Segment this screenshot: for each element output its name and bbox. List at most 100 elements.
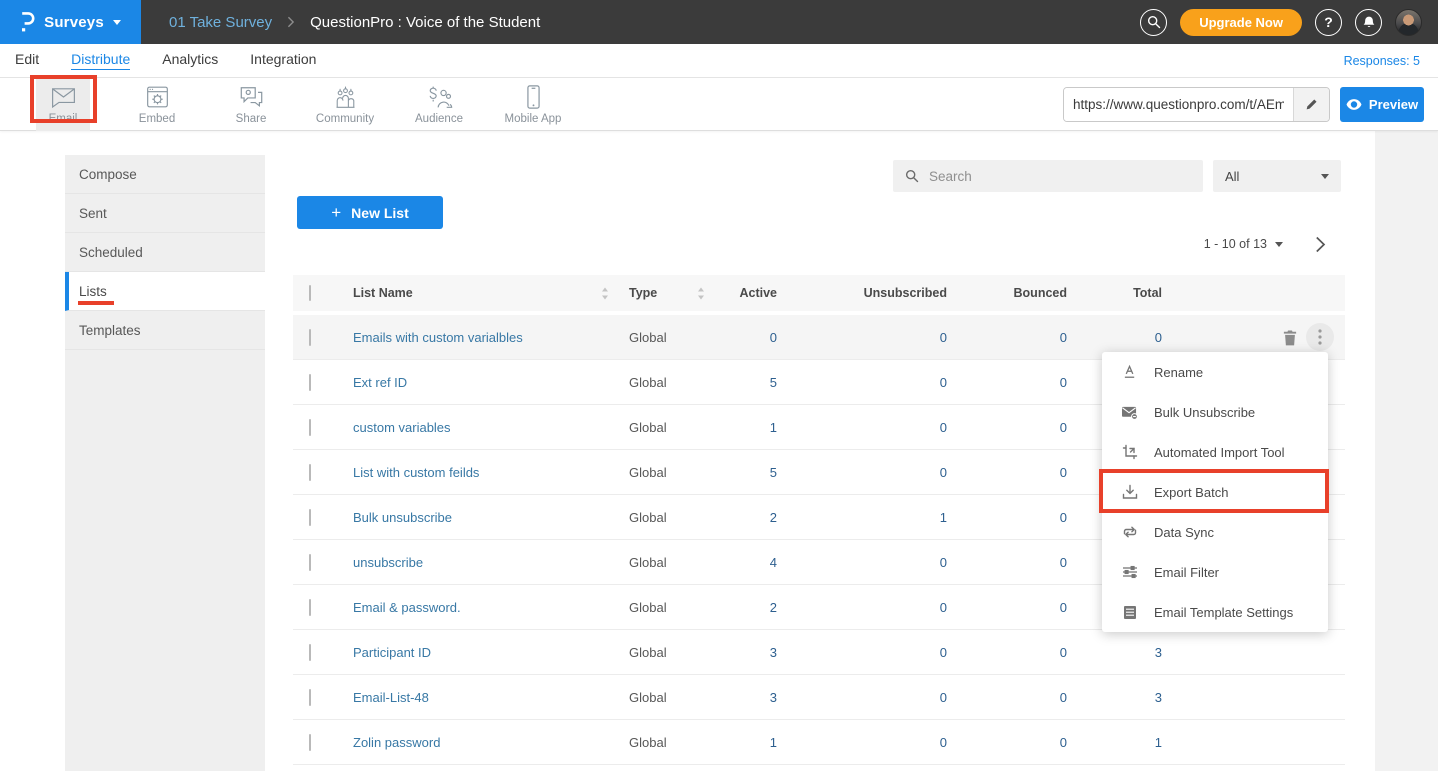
row-checkbox[interactable] xyxy=(309,329,311,346)
toolbar-item-email[interactable]: Email xyxy=(36,78,90,131)
unsubscribed-count[interactable]: 0 xyxy=(940,690,947,705)
row-checkbox[interactable] xyxy=(309,644,311,661)
list-name-link[interactable]: Email & password. xyxy=(353,600,461,615)
active-count[interactable]: 0 xyxy=(770,330,777,345)
list-name-link[interactable]: Ext ref ID xyxy=(353,375,407,390)
notifications-button[interactable] xyxy=(1355,9,1382,36)
new-list-button[interactable]: + New List xyxy=(297,196,443,229)
table-row: Email-List-48Global3003 xyxy=(293,675,1345,720)
bounced-count[interactable]: 0 xyxy=(1060,690,1067,705)
menu-item-automated-import-tool[interactable]: Automated Import Tool xyxy=(1102,432,1328,472)
delete-list-button[interactable] xyxy=(1283,329,1297,346)
unsubscribed-count[interactable]: 0 xyxy=(940,330,947,345)
search-input[interactable] xyxy=(929,169,1191,184)
row-checkbox[interactable] xyxy=(309,734,311,751)
next-page-button[interactable] xyxy=(1315,236,1326,253)
tab-edit[interactable]: Edit xyxy=(15,51,39,70)
table-row: Participant IDGlobal3003 xyxy=(293,630,1345,675)
sidebar-item-compose[interactable]: Compose xyxy=(65,155,265,194)
active-count[interactable]: 2 xyxy=(770,510,777,525)
chevron-down-icon[interactable] xyxy=(1275,242,1283,247)
sidebar-item-templates[interactable]: Templates xyxy=(65,311,265,350)
unsubscribed-count[interactable]: 0 xyxy=(940,375,947,390)
edit-url-button[interactable] xyxy=(1293,88,1329,121)
tab-integration[interactable]: Integration xyxy=(250,51,316,70)
bounced-count[interactable]: 0 xyxy=(1060,600,1067,615)
toolbar-item-community[interactable]: Community xyxy=(318,78,372,131)
row-checkbox[interactable] xyxy=(309,554,311,571)
list-name-link[interactable]: Email-List-48 xyxy=(353,690,429,705)
row-checkbox[interactable] xyxy=(309,689,311,706)
toolbar-item-embed[interactable]: Embed xyxy=(130,78,184,131)
bounced-count[interactable]: 0 xyxy=(1060,465,1067,480)
menu-item-email-filter[interactable]: Email Filter xyxy=(1102,552,1328,592)
survey-url-input[interactable] xyxy=(1064,88,1293,121)
sidebar-item-lists[interactable]: Lists xyxy=(65,272,265,311)
list-name-link[interactable]: Emails with custom varialbles xyxy=(353,330,523,345)
row-checkbox[interactable] xyxy=(309,374,311,391)
sort-icon[interactable] xyxy=(601,287,609,300)
toolbar-item-mobile-app[interactable]: Mobile App xyxy=(506,78,560,131)
pagination-range[interactable]: 1 - 10 of 13 xyxy=(1204,237,1267,251)
search-button[interactable] xyxy=(1140,9,1167,36)
active-count[interactable]: 1 xyxy=(770,420,777,435)
active-count[interactable]: 3 xyxy=(770,645,777,660)
bounced-count[interactable]: 0 xyxy=(1060,555,1067,570)
menu-item-bulk-unsubscribe[interactable]: Bulk Unsubscribe xyxy=(1102,392,1328,432)
unsubscribed-count[interactable]: 1 xyxy=(940,510,947,525)
responses-count[interactable]: Responses: 5 xyxy=(1344,54,1420,68)
list-name-link[interactable]: Zolin password xyxy=(353,735,440,750)
row-checkbox[interactable] xyxy=(309,599,311,616)
total-count[interactable]: 0 xyxy=(1155,330,1162,345)
list-filter-dropdown[interactable]: All xyxy=(1213,160,1341,192)
unsubscribed-count[interactable]: 0 xyxy=(940,645,947,660)
breadcrumb-survey-link[interactable]: 01 Take Survey xyxy=(169,14,272,31)
bounced-count[interactable]: 0 xyxy=(1060,510,1067,525)
total-count[interactable]: 3 xyxy=(1155,690,1162,705)
active-count[interactable]: 5 xyxy=(770,465,777,480)
active-count[interactable]: 4 xyxy=(770,555,777,570)
unsubscribed-count[interactable]: 0 xyxy=(940,555,947,570)
menu-item-data-sync[interactable]: Data Sync xyxy=(1102,512,1328,552)
row-checkbox[interactable] xyxy=(309,509,311,526)
bounced-count[interactable]: 0 xyxy=(1060,645,1067,660)
preview-button[interactable]: Preview xyxy=(1340,87,1424,122)
select-all-checkbox[interactable] xyxy=(309,285,311,301)
row-checkbox[interactable] xyxy=(309,419,311,436)
total-count[interactable]: 1 xyxy=(1155,735,1162,750)
unsubscribed-count[interactable]: 0 xyxy=(940,420,947,435)
active-count[interactable]: 2 xyxy=(770,600,777,615)
sidebar-item-sent[interactable]: Sent xyxy=(65,194,265,233)
list-name-link[interactable]: Participant ID xyxy=(353,645,431,660)
upgrade-now-button[interactable]: Upgrade Now xyxy=(1180,9,1302,36)
list-name-link[interactable]: Bulk unsubscribe xyxy=(353,510,452,525)
menu-item-rename[interactable]: Rename xyxy=(1102,352,1328,392)
list-name-link[interactable]: unsubscribe xyxy=(353,555,423,570)
row-menu-button[interactable] xyxy=(1306,323,1334,351)
unsubscribed-count[interactable]: 0 xyxy=(940,600,947,615)
bounced-count[interactable]: 0 xyxy=(1060,735,1067,750)
help-button[interactable]: ? xyxy=(1315,9,1342,36)
active-count[interactable]: 5 xyxy=(770,375,777,390)
list-name-link[interactable]: List with custom feilds xyxy=(353,465,479,480)
menu-item-email-template-settings[interactable]: Email Template Settings xyxy=(1102,592,1328,632)
surveys-product-menu[interactable]: Surveys xyxy=(0,0,141,44)
unsubscribed-count[interactable]: 0 xyxy=(940,735,947,750)
active-count[interactable]: 3 xyxy=(770,690,777,705)
bounced-count[interactable]: 0 xyxy=(1060,420,1067,435)
toolbar-item-audience[interactable]: Audience xyxy=(412,78,466,131)
sort-icon[interactable] xyxy=(697,287,705,300)
menu-item-export-batch[interactable]: Export Batch xyxy=(1102,472,1328,512)
total-count[interactable]: 3 xyxy=(1155,645,1162,660)
unsubscribed-count[interactable]: 0 xyxy=(940,465,947,480)
bounced-count[interactable]: 0 xyxy=(1060,330,1067,345)
user-avatar[interactable] xyxy=(1395,9,1422,36)
list-name-link[interactable]: custom variables xyxy=(353,420,451,435)
tab-distribute[interactable]: Distribute xyxy=(71,51,130,70)
sidebar-item-scheduled[interactable]: Scheduled xyxy=(65,233,265,272)
bounced-count[interactable]: 0 xyxy=(1060,375,1067,390)
active-count[interactable]: 1 xyxy=(770,735,777,750)
toolbar-item-share[interactable]: Share xyxy=(224,78,278,131)
row-checkbox[interactable] xyxy=(309,464,311,481)
tab-analytics[interactable]: Analytics xyxy=(162,51,218,70)
